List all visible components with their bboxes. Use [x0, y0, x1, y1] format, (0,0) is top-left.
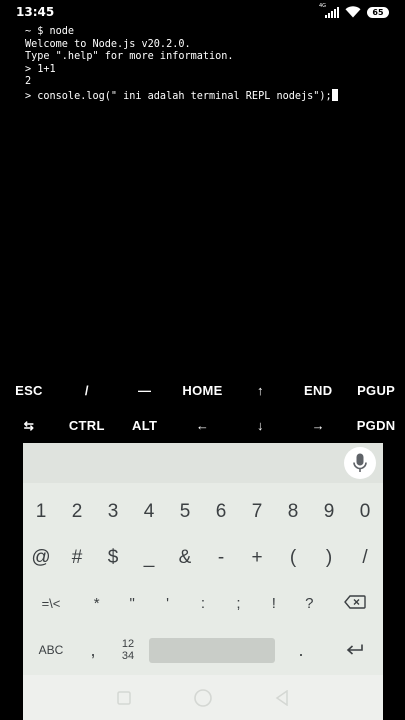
- extra-keys-row-2: ⇆ CTRL ALT ← ↓ → PGDN: [0, 408, 405, 443]
- key-open-paren[interactable]: (: [275, 547, 311, 569]
- key-slash[interactable]: /: [347, 547, 383, 569]
- mic-icon: [353, 453, 367, 472]
- key-asterisk[interactable]: *: [79, 595, 114, 612]
- terminal-line: > 1+1: [25, 63, 56, 75]
- key-dollar[interactable]: $: [95, 547, 131, 569]
- extra-keys-row-1: ESC / — HOME ↑ END PGUP: [0, 373, 405, 408]
- key-plus[interactable]: +: [239, 547, 275, 569]
- key-underscore[interactable]: _: [131, 547, 167, 569]
- key-ampersand[interactable]: &: [167, 547, 203, 569]
- pgup-key[interactable]: PGUP: [347, 383, 405, 398]
- voice-input-button[interactable]: [344, 447, 376, 479]
- status-icons: 4G 65: [319, 3, 389, 18]
- key-semicolon[interactable]: ;: [221, 595, 256, 612]
- terminal-input-text: > console.log(" ini adalah terminal REPL…: [25, 90, 332, 102]
- key-close-paren[interactable]: ): [311, 547, 347, 569]
- terminal-input-line[interactable]: > console.log(" ini adalah terminal REPL…: [25, 88, 395, 102]
- battery-icon: 65: [367, 6, 389, 18]
- terminal-line: Type ".help" for more information.: [25, 51, 234, 63]
- terminal-line: ~ $ node: [25, 26, 75, 37]
- key-minus[interactable]: -: [203, 547, 239, 569]
- key-question[interactable]: ?: [292, 595, 327, 612]
- key-single-quote[interactable]: ': [150, 595, 185, 612]
- arrow-up-key[interactable]: ↑: [231, 383, 289, 398]
- terminal-line: Welcome to Node.js v20.2.0.: [25, 38, 191, 50]
- key-at[interactable]: @: [23, 547, 59, 569]
- key-double-quote[interactable]: ": [114, 595, 149, 612]
- backspace-icon: [344, 594, 366, 609]
- key-5[interactable]: 5: [167, 501, 203, 523]
- keyboard-row-digits: 1 2 3 4 5 6 7 8 9 0: [23, 485, 383, 538]
- key-8[interactable]: 8: [275, 501, 311, 523]
- dash-key[interactable]: —: [116, 383, 174, 398]
- numpad-bottom: 34: [121, 650, 135, 662]
- arrow-down-key[interactable]: ↓: [231, 418, 289, 433]
- back-icon[interactable]: [275, 689, 289, 706]
- arrow-right-key[interactable]: →: [289, 418, 347, 433]
- home-key[interactable]: HOME: [174, 383, 232, 398]
- more-symbols-key[interactable]: =\<: [23, 596, 79, 611]
- key-comma[interactable]: ,: [79, 640, 107, 661]
- key-0[interactable]: 0: [347, 501, 383, 523]
- key-7[interactable]: 7: [239, 501, 275, 523]
- ctrl-key[interactable]: CTRL: [58, 418, 116, 433]
- key-9[interactable]: 9: [311, 501, 347, 523]
- keyboard-row-symbols-2: =\< * " ' : ; ! ?: [23, 578, 383, 629]
- pgdn-key[interactable]: PGDN: [347, 418, 405, 433]
- backspace-key[interactable]: [327, 594, 383, 613]
- space-bar[interactable]: [149, 637, 275, 663]
- abc-key[interactable]: ABC: [23, 643, 79, 657]
- numpad-key[interactable]: 12 34: [107, 638, 149, 662]
- enter-icon: [346, 644, 363, 655]
- key-4[interactable]: 4: [131, 501, 167, 523]
- battery-level: 65: [372, 7, 384, 17]
- keyboard-row-bottom: ABC , 12 34 .: [23, 629, 383, 671]
- soft-keyboard: 1 2 3 4 5 6 7 8 9 0 @ # $ _ & - + ( ) / …: [23, 443, 383, 720]
- system-nav-bar: [23, 675, 383, 720]
- end-key[interactable]: END: [289, 383, 347, 398]
- text-cursor: [331, 88, 338, 101]
- key-6[interactable]: 6: [203, 501, 239, 523]
- alt-key[interactable]: ALT: [116, 418, 174, 433]
- home-icon[interactable]: [193, 688, 213, 708]
- enter-key[interactable]: [327, 640, 383, 661]
- wifi-icon: [345, 6, 361, 18]
- keyboard-suggestion-strip: [23, 443, 383, 483]
- key-2[interactable]: 2: [59, 501, 95, 523]
- keyboard-row-symbols-1: @ # $ _ & - + ( ) /: [23, 538, 383, 578]
- key-3[interactable]: 3: [95, 501, 131, 523]
- key-period[interactable]: .: [275, 640, 327, 661]
- arrow-left-key[interactable]: ←: [174, 418, 232, 433]
- status-bar: 13:45 4G 65: [0, 0, 405, 24]
- key-hash[interactable]: #: [59, 547, 95, 569]
- recents-icon[interactable]: [117, 690, 131, 705]
- terminal-output[interactable]: ~ $ node Welcome to Node.js v20.2.0. Typ…: [25, 26, 395, 102]
- terminal-line: 2: [25, 76, 32, 88]
- status-time: 13:45: [16, 5, 55, 19]
- numpad-top: 12: [121, 638, 135, 650]
- esc-key[interactable]: ESC: [0, 383, 58, 398]
- slash-key[interactable]: /: [58, 383, 116, 398]
- tab-key[interactable]: ⇆: [0, 419, 58, 433]
- key-exclamation[interactable]: !: [256, 595, 291, 612]
- key-colon[interactable]: :: [185, 595, 220, 612]
- extra-keys-bar: ESC / — HOME ↑ END PGUP ⇆ CTRL ALT ← ↓ →…: [0, 373, 405, 443]
- key-1[interactable]: 1: [23, 501, 59, 523]
- cellular-signal-icon: 4G: [319, 3, 339, 18]
